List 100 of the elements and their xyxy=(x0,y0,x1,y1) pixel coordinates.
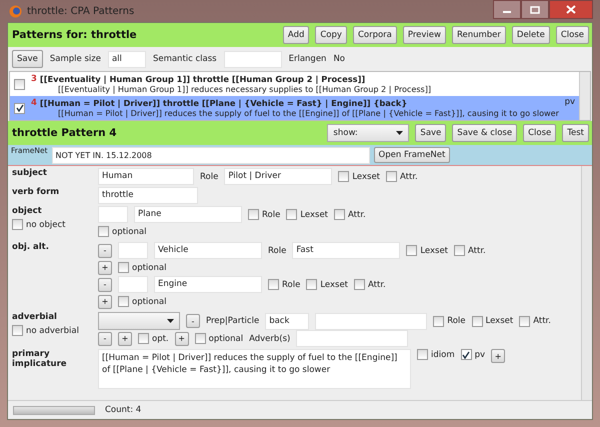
adverbial-field[interactable] xyxy=(315,312,428,330)
close-icon xyxy=(566,5,576,14)
determiner-field[interactable] xyxy=(118,276,148,293)
object-field[interactable]: Plane xyxy=(134,206,242,223)
sample-size-field[interactable]: all xyxy=(108,50,146,68)
check-icon xyxy=(16,104,24,112)
alternative-field[interactable]: Engine xyxy=(154,276,262,293)
role-field[interactable]: Pilot | Driver xyxy=(224,168,332,185)
toolbar-button[interactable]: Preview xyxy=(402,26,446,44)
determiner-field[interactable] xyxy=(98,206,128,223)
erlangen-label: Erlangen xyxy=(288,54,326,64)
adverbial-label: adverbial xyxy=(12,312,57,322)
pattern-number: 3 xyxy=(31,74,37,84)
subject-label: subject xyxy=(12,168,47,178)
toolbar-button[interactable]: Close xyxy=(556,26,589,44)
pattern-number: 4 xyxy=(31,98,37,108)
checkbox[interactable]: Attr. xyxy=(354,279,386,290)
toolbar-button[interactable]: Delete xyxy=(512,26,550,44)
pattern-row[interactable] xyxy=(10,96,579,120)
pattern-tag: pv xyxy=(564,97,575,107)
add-button[interactable]: + xyxy=(98,294,112,308)
optional-checkbox[interactable]: optional xyxy=(118,262,166,273)
minimize-button[interactable] xyxy=(493,0,521,19)
checkbox[interactable]: Lexset xyxy=(338,171,380,182)
count-text: Count: 4 xyxy=(105,405,142,415)
prep-particle-field[interactable]: back xyxy=(265,312,310,330)
toolbar-button[interactable]: Copy xyxy=(315,26,347,44)
optional-checkbox[interactable]: optional xyxy=(194,333,244,344)
checkbox[interactable]: idiom xyxy=(417,349,455,360)
show-dropdown[interactable]: show: xyxy=(327,124,410,142)
alternative-field[interactable]: Vehicle xyxy=(154,242,262,259)
checkbox[interactable]: Role xyxy=(248,209,280,220)
close-button[interactable] xyxy=(549,0,593,19)
checkbox[interactable]: Lexset xyxy=(286,209,328,220)
object-label: object xyxy=(12,206,42,216)
checkbox[interactable]: Attr. xyxy=(386,171,418,182)
sample-size-label: Sample size xyxy=(50,54,101,64)
primary-implicature-label: primary implicature xyxy=(12,349,68,369)
prep-particle-label: Prep|Particle xyxy=(206,316,260,326)
checkbox[interactable]: Attr. xyxy=(454,245,486,256)
toolbar-button[interactable]: Renumber xyxy=(452,26,506,44)
scrollbar[interactable] xyxy=(581,166,592,400)
toolbar-button[interactable]: Add xyxy=(282,26,310,44)
open-framenet-button[interactable]: Open FrameNet xyxy=(374,147,450,163)
window-title: throttle: CPA Patterns xyxy=(27,6,134,16)
add-button[interactable]: + xyxy=(174,332,189,346)
erlangen-value: No xyxy=(333,54,346,64)
verb-form-field[interactable]: throttle xyxy=(98,187,198,204)
caret-icon xyxy=(167,319,174,323)
optional-checkbox[interactable]: optional xyxy=(98,226,146,237)
pattern-text: [[Eventuality | Human Group 1]] throttle [[Human Group 2 | Process]] xyxy=(40,74,366,84)
add-button[interactable]: + xyxy=(98,260,112,274)
remove-button[interactable]: - xyxy=(98,244,112,258)
optional-checkbox[interactable]: optional xyxy=(118,296,166,307)
checkbox[interactable]: Lexset xyxy=(406,245,448,256)
checkbox[interactable]: Attr. xyxy=(334,209,366,220)
add-button[interactable]: + xyxy=(118,332,132,346)
pattern-title: throttle Pattern 4 xyxy=(12,127,117,139)
implicature-field[interactable]: [[Human = Pilot | Driver]] reduces the supply of fuel to the [[Engine]] of [[Plane | {Vehicle = Fast}]], causing it to go slower xyxy=(98,349,411,389)
checkbox[interactable]: pv xyxy=(460,349,486,360)
determiner-field[interactable] xyxy=(118,242,148,259)
semantic-class-label: Semantic class xyxy=(152,54,217,64)
editor-button[interactable]: Save xyxy=(415,124,446,142)
subject-field[interactable]: Human xyxy=(98,168,194,185)
remove-button[interactable]: - xyxy=(186,314,200,328)
globe-icon xyxy=(9,4,22,18)
remove-button[interactable]: - xyxy=(98,332,112,346)
semantic-class-field[interactable] xyxy=(224,50,282,68)
save-button[interactable]: Save xyxy=(12,50,43,68)
pattern-row[interactable]: 3 [[Eventuality | Human Group 1]] throttle [[Human Group 2 | Process]] [[Eventuality | Human Group 1]] reduces necessary supplies to [[Human Group 2 | Process]] xyxy=(10,72,579,96)
opt-checkbox[interactable]: opt. xyxy=(138,333,169,344)
implicature-text: [[Human = Pilot | Driver]] reduces the supply of fuel to the [[Engine]] of [[Plane | {Vehicle = Fast}]], causing it to go slower xyxy=(57,108,559,118)
checkbox[interactable]: Lexset xyxy=(472,316,514,326)
scrollbar[interactable] xyxy=(579,72,590,120)
caret-icon xyxy=(396,131,404,135)
checkbox[interactable]: Attr. xyxy=(519,316,551,326)
pattern-text: [[Human = Pilot | Driver]] throttle [[Plane | {Vehicle = Fast} | Engine]] {back} xyxy=(40,98,408,108)
checkbox[interactable]: Lexset xyxy=(306,279,348,290)
add-button[interactable]: + xyxy=(491,349,506,363)
role-field[interactable]: Fast xyxy=(292,242,400,259)
check-icon xyxy=(462,350,470,358)
obj-alt-label: obj. alt. xyxy=(12,242,49,252)
checkbox[interactable] xyxy=(14,78,25,90)
checkbox[interactable]: Role xyxy=(268,279,300,290)
remove-button[interactable]: - xyxy=(98,278,112,292)
no-object-checkbox[interactable]: no object xyxy=(12,219,66,230)
framenet-field[interactable]: NOT YET IN. 15.12.2008 xyxy=(52,146,370,164)
no-adverbial-checkbox[interactable]: no adverbial xyxy=(12,325,79,336)
role-label: Role xyxy=(200,172,218,182)
editor-button[interactable]: Close xyxy=(523,124,556,142)
toolbar-button[interactable]: Corpora xyxy=(352,26,397,44)
adverbs-field[interactable] xyxy=(296,330,408,347)
adverbial-dropdown[interactable] xyxy=(98,312,180,330)
editor-button[interactable]: Test xyxy=(562,124,589,142)
checkbox[interactable] xyxy=(14,102,25,114)
verb-form-label: verb form xyxy=(12,187,60,197)
checkbox[interactable]: Role xyxy=(433,316,466,326)
maximize-icon xyxy=(530,6,540,14)
maximize-button[interactable] xyxy=(521,0,549,19)
editor-button[interactable]: Save & close xyxy=(452,124,518,142)
